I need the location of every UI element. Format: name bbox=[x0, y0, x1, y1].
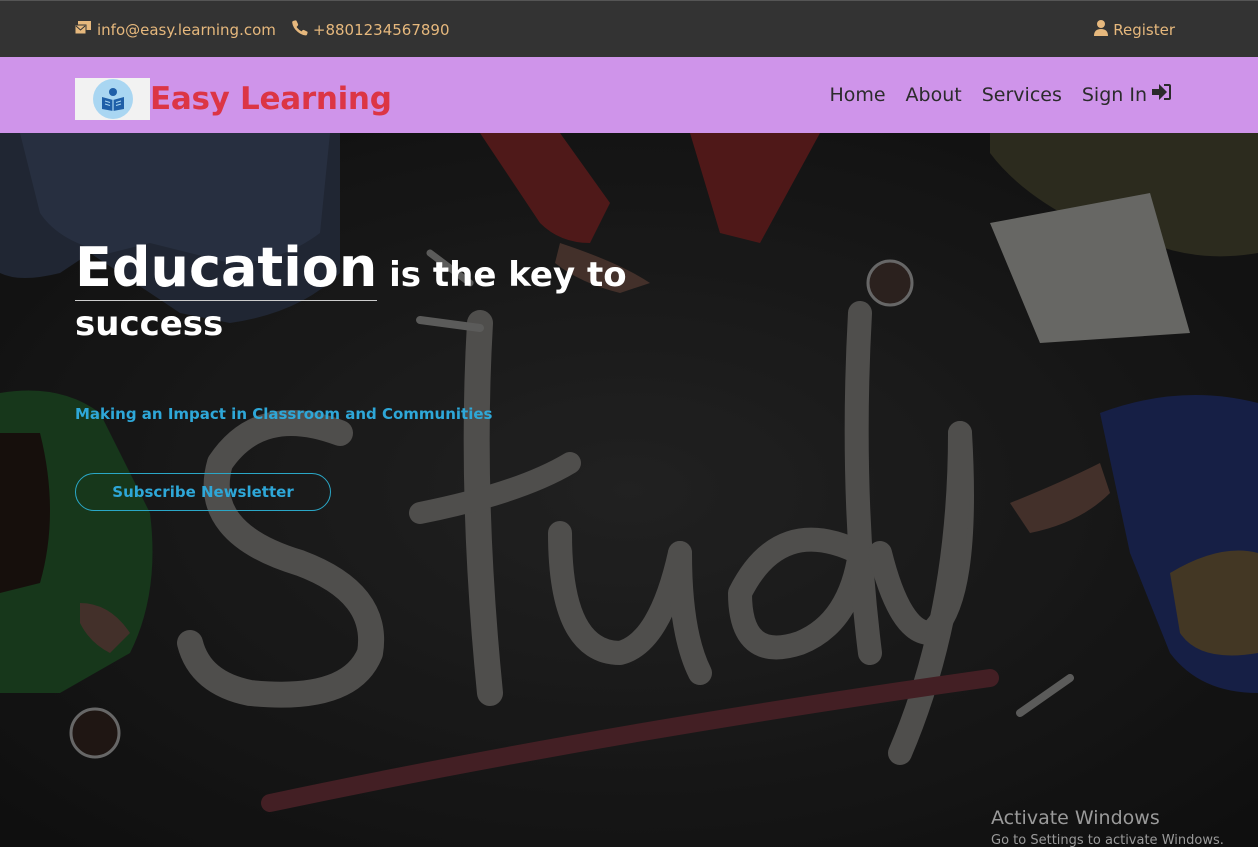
email-text: info@easy.learning.com bbox=[97, 21, 276, 39]
phone-text: +8801234567890 bbox=[312, 21, 450, 39]
hero-content: Education is the key to success bbox=[75, 241, 635, 341]
hero-tagline: Making an Impact in Classroom and Commun… bbox=[75, 405, 493, 423]
nav-home[interactable]: Home bbox=[829, 84, 885, 106]
register-link[interactable]: Register bbox=[1094, 20, 1175, 40]
brand[interactable]: Easy Learning bbox=[75, 78, 392, 120]
watermark-title: Activate Windows bbox=[991, 807, 1160, 829]
headline-emphasis: Education bbox=[75, 236, 378, 301]
register-label: Register bbox=[1113, 21, 1175, 39]
subscribe-newsletter-button[interactable]: Subscribe Newsletter bbox=[75, 473, 331, 511]
phone-contact[interactable]: +8801234567890 bbox=[292, 20, 450, 40]
user-icon bbox=[1094, 20, 1113, 40]
sign-in-icon bbox=[1147, 83, 1172, 106]
main-navbar: Easy Learning Home About Services Sign I… bbox=[0, 57, 1258, 133]
brand-logo bbox=[75, 78, 150, 120]
hero-headline: Education is the key to success bbox=[75, 241, 635, 341]
nav-services[interactable]: Services bbox=[982, 84, 1062, 106]
hero-section: Education is the key to success Making a… bbox=[0, 133, 1258, 847]
nav-about-label: About bbox=[905, 83, 962, 106]
book-reader-icon bbox=[92, 79, 133, 119]
headline-rest: is the key to bbox=[377, 255, 627, 295]
nav-sign-in[interactable]: Sign In bbox=[1082, 83, 1172, 106]
nav-sign-in-label: Sign In bbox=[1081, 83, 1147, 106]
nav-links: Home About Services Sign In bbox=[809, 83, 1172, 106]
contact-info: info@easy.learning.com +8801234567890 bbox=[74, 20, 466, 40]
watermark-subtitle: Go to Settings to activate Windows. bbox=[991, 833, 1224, 847]
nav-services-label: Services bbox=[981, 83, 1062, 106]
top-contact-bar: info@easy.learning.com +8801234567890 Re… bbox=[0, 0, 1258, 57]
envelope-icon bbox=[74, 21, 97, 39]
nav-home-label: Home bbox=[829, 83, 886, 106]
headline-line2: success bbox=[75, 304, 224, 344]
phone-icon bbox=[292, 20, 313, 40]
nav-about[interactable]: About bbox=[906, 84, 962, 106]
brand-name: Easy Learning bbox=[150, 81, 392, 117]
activate-windows-watermark: Activate Windows Go to Settings to activ… bbox=[991, 807, 1224, 847]
email-contact[interactable]: info@easy.learning.com bbox=[74, 21, 276, 39]
